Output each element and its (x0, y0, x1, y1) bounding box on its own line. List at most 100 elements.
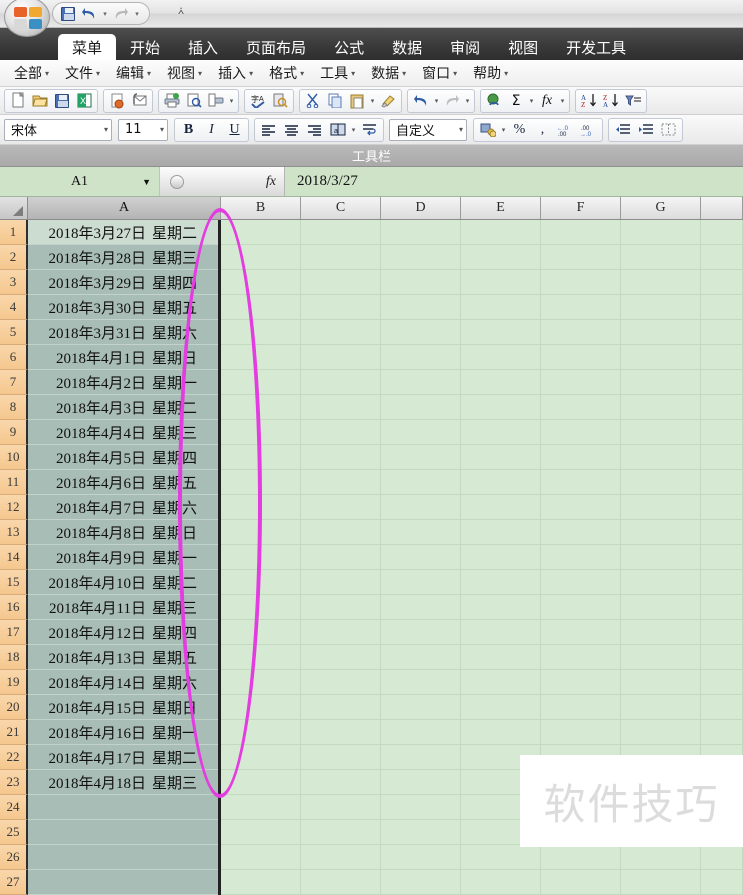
cell-f19[interactable] (541, 670, 621, 695)
menu-view[interactable]: 视图 ▾ (159, 63, 210, 83)
cell-e26[interactable] (461, 845, 541, 870)
cell-a11[interactable]: 2018年4月6日 星期五 (28, 470, 218, 495)
menu-edit[interactable]: 编辑 ▾ (108, 63, 159, 83)
cell-b11[interactable] (221, 470, 301, 495)
borders-button[interactable] (657, 119, 680, 141)
row-header[interactable]: 12 (0, 495, 28, 520)
wrap-text-button[interactable] (358, 119, 381, 141)
cell-a17[interactable]: 2018年4月12日 星期四 (28, 620, 218, 645)
cell-a9[interactable]: 2018年4月4日 星期三 (28, 420, 218, 445)
cell-b2[interactable] (221, 245, 301, 270)
cell-h19[interactable] (701, 670, 743, 695)
insert-function-icon[interactable]: fx (536, 90, 558, 112)
redo-list-dropdown-icon[interactable]: ▾ (463, 97, 472, 105)
paste-dropdown-icon[interactable]: ▾ (368, 97, 377, 105)
decrease-decimal-button[interactable]: ←.0.00 (554, 119, 577, 141)
cell-g19[interactable] (621, 670, 701, 695)
underline-button[interactable]: U (223, 119, 246, 141)
cell-b27[interactable] (221, 870, 301, 895)
increase-indent-button[interactable] (634, 119, 657, 141)
cell-c13[interactable] (301, 520, 381, 545)
cell-h26[interactable] (701, 845, 743, 870)
italic-button[interactable]: I (200, 119, 223, 141)
cell-c17[interactable] (301, 620, 381, 645)
cell-g21[interactable] (621, 720, 701, 745)
cell-b7[interactable] (221, 370, 301, 395)
cell-f26[interactable] (541, 845, 621, 870)
cell-c23[interactable] (301, 770, 381, 795)
cell-e4[interactable] (461, 295, 541, 320)
format-painter-icon[interactable] (377, 90, 399, 112)
cell-a26[interactable] (28, 845, 218, 870)
cell-e11[interactable] (461, 470, 541, 495)
cell-h15[interactable] (701, 570, 743, 595)
cell-g13[interactable] (621, 520, 701, 545)
increase-decimal-button[interactable]: .00 →.0 (577, 119, 600, 141)
print-dropdown-icon[interactable]: ▾ (227, 97, 236, 105)
row-header[interactable]: 27 (0, 870, 28, 895)
cell-a14[interactable]: 2018年4月9日 星期一 (28, 545, 218, 570)
cell-f4[interactable] (541, 295, 621, 320)
cell-a18[interactable]: 2018年4月13日 星期五 (28, 645, 218, 670)
formula-input[interactable]: 2018/3/27 (285, 167, 743, 196)
cell-e5[interactable] (461, 320, 541, 345)
cell-f2[interactable] (541, 245, 621, 270)
cell-b8[interactable] (221, 395, 301, 420)
cell-f5[interactable] (541, 320, 621, 345)
cell-b24[interactable] (221, 795, 301, 820)
cell-h17[interactable] (701, 620, 743, 645)
cell-e13[interactable] (461, 520, 541, 545)
cell-d27[interactable] (381, 870, 461, 895)
cell-d22[interactable] (381, 745, 461, 770)
row-header[interactable]: 4 (0, 295, 28, 320)
column-header-d[interactable]: D (381, 197, 461, 219)
cell-a20[interactable]: 2018年4月15日 星期日 (28, 695, 218, 720)
select-all-corner[interactable] (0, 197, 28, 219)
menu-file[interactable]: 文件 ▾ (57, 63, 108, 83)
cell-h18[interactable] (701, 645, 743, 670)
cell-g14[interactable] (621, 545, 701, 570)
tab-formulas[interactable]: 公式 (320, 34, 378, 60)
cell-g26[interactable] (621, 845, 701, 870)
row-header[interactable]: 7 (0, 370, 28, 395)
redo-icon[interactable] (441, 90, 463, 112)
cell-e14[interactable] (461, 545, 541, 570)
row-header[interactable]: 22 (0, 745, 28, 770)
redo-dropdown-icon[interactable]: ▾ (133, 10, 141, 18)
cell-h10[interactable] (701, 445, 743, 470)
cell-a13[interactable]: 2018年4月8日 星期日 (28, 520, 218, 545)
currency-dropdown-icon[interactable]: ▾ (499, 126, 508, 134)
cell-h7[interactable] (701, 370, 743, 395)
cell-c8[interactable] (301, 395, 381, 420)
excel-export-icon[interactable]: X (73, 90, 95, 112)
cell-e21[interactable] (461, 720, 541, 745)
font-size-combo[interactable]: 11 ▾ (118, 118, 168, 141)
cell-g18[interactable] (621, 645, 701, 670)
undo-icon[interactable] (410, 90, 432, 112)
print-setup-icon[interactable] (205, 90, 227, 112)
cell-h14[interactable] (701, 545, 743, 570)
cell-g10[interactable] (621, 445, 701, 470)
column-header-a[interactable]: A (28, 197, 221, 219)
cell-d23[interactable] (381, 770, 461, 795)
customize-qat-icon[interactable]: ⩑ (178, 6, 184, 17)
tab-review[interactable]: 审阅 (436, 34, 494, 60)
row-header[interactable]: 15 (0, 570, 28, 595)
cell-b12[interactable] (221, 495, 301, 520)
cell-c10[interactable] (301, 445, 381, 470)
spell-check-icon[interactable]: 字A (247, 90, 269, 112)
cell-f1[interactable] (541, 220, 621, 245)
cell-d9[interactable] (381, 420, 461, 445)
row-header[interactable]: 10 (0, 445, 28, 470)
cell-d14[interactable] (381, 545, 461, 570)
row-header[interactable]: 9 (0, 420, 28, 445)
cell-d17[interactable] (381, 620, 461, 645)
cell-f8[interactable] (541, 395, 621, 420)
cell-c2[interactable] (301, 245, 381, 270)
cell-c27[interactable] (301, 870, 381, 895)
row-header[interactable]: 23 (0, 770, 28, 795)
cell-b25[interactable] (221, 820, 301, 845)
cell-g11[interactable] (621, 470, 701, 495)
cell-d19[interactable] (381, 670, 461, 695)
cell-e8[interactable] (461, 395, 541, 420)
